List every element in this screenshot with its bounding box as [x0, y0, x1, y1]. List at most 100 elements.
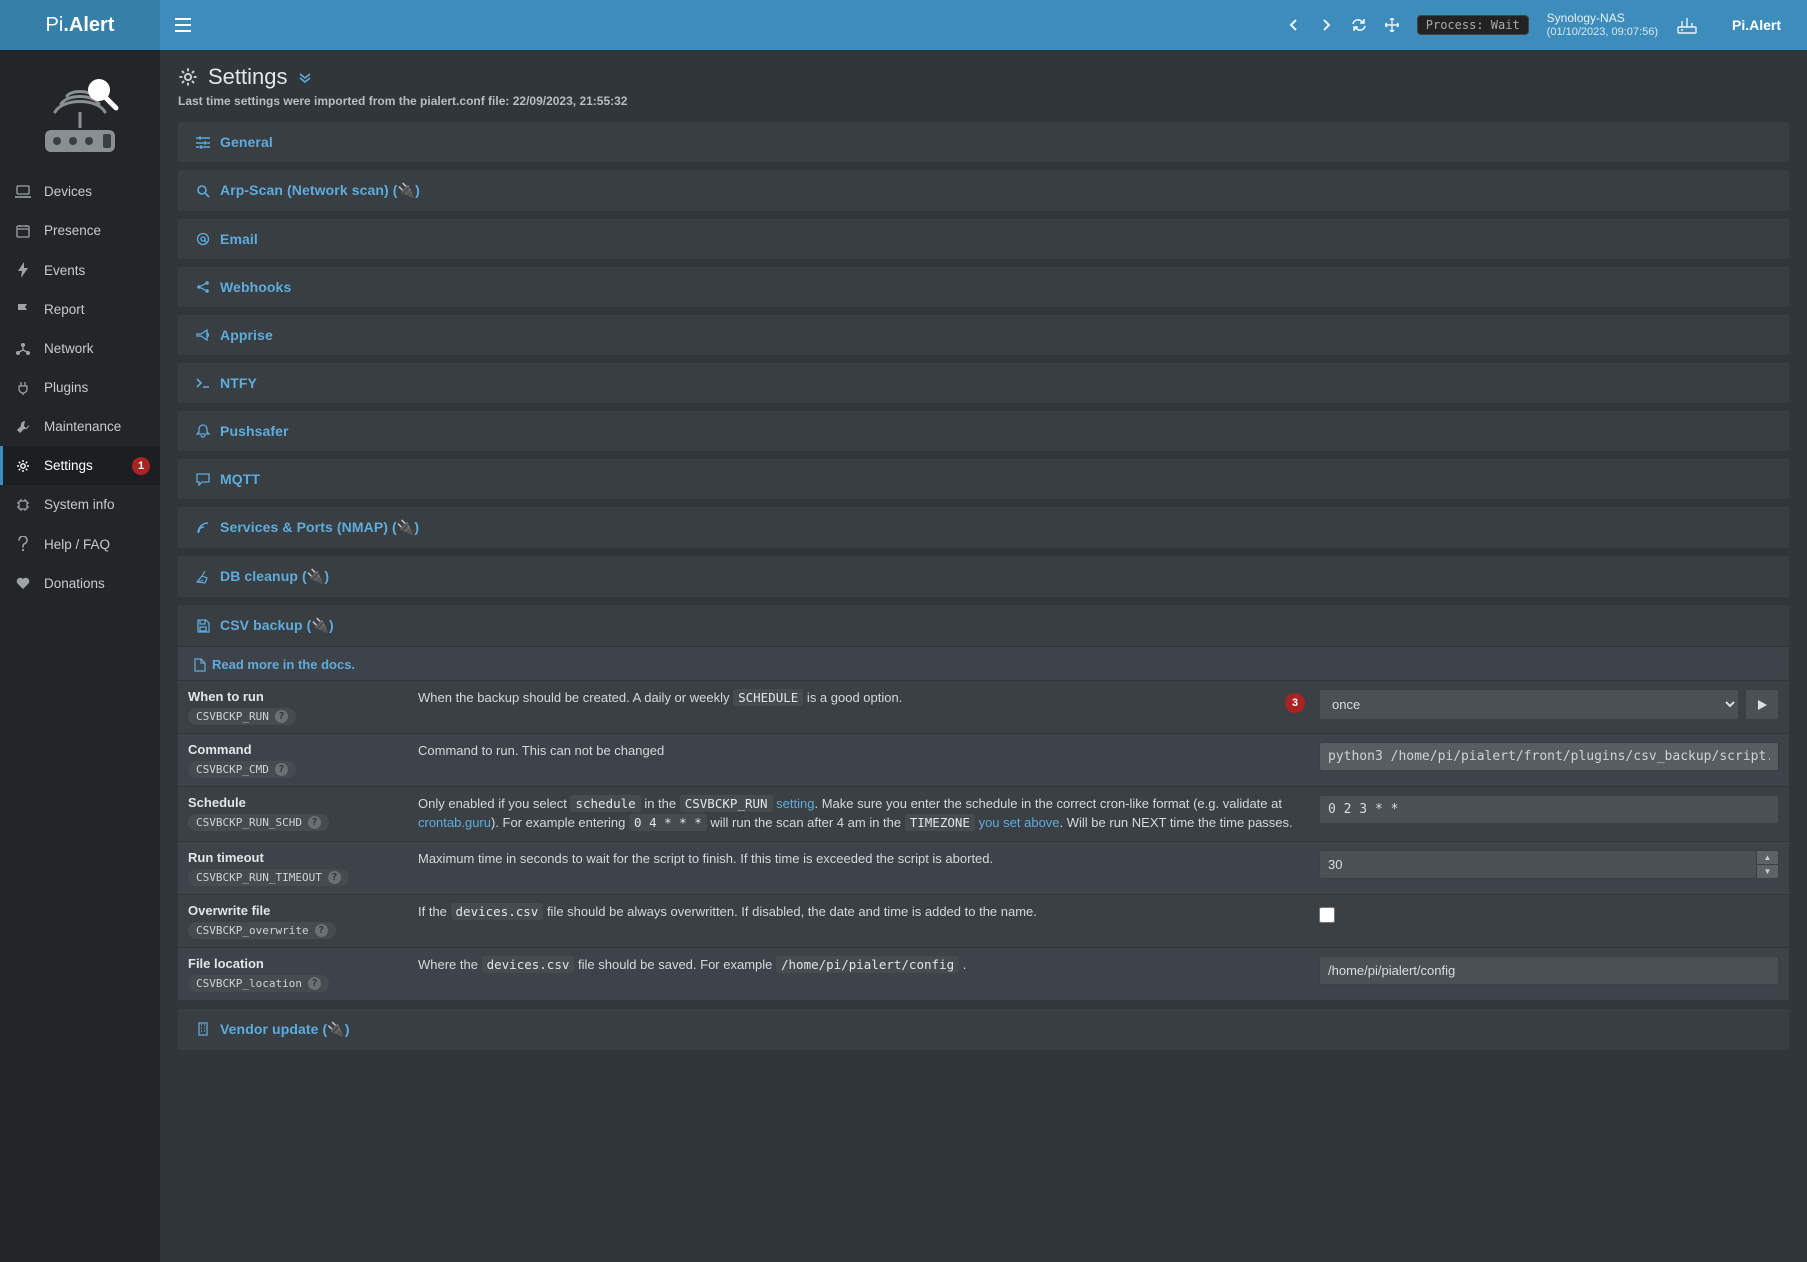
setting-description: If the devices.csv file should be always… [418, 903, 1299, 922]
setting-title: When to run [188, 689, 398, 704]
panel-head-vendorupdate[interactable]: Vendor update (🔌) [178, 1009, 1789, 1050]
panel-head-pushsafer[interactable]: Pushsafer [178, 411, 1789, 451]
sidebar-toggle[interactable] [160, 0, 205, 50]
calendar-icon [14, 224, 32, 238]
panel-head-nmap[interactable]: Services & Ports (NMAP) (🔌) [178, 507, 1789, 548]
panel-dbcleanup: DB cleanup (🔌) [178, 556, 1789, 597]
sidebar-item-help[interactable]: Help / FAQ [0, 524, 160, 564]
panel-nmap: Services & Ports (NMAP) (🔌) [178, 507, 1789, 548]
text-input[interactable] [1319, 795, 1779, 824]
setting-row: When to runCSVBCKP_RUN?When the backup s… [178, 681, 1789, 734]
panel-label: Services & Ports (NMAP) (🔌) [220, 519, 419, 536]
setting-title: Run timeout [188, 850, 398, 865]
sidebar-badge: 1 [132, 457, 150, 475]
nav-back-icon[interactable] [1287, 18, 1301, 32]
sidebar-item-label: System info [44, 497, 115, 512]
expand-all-icon[interactable] [298, 70, 312, 84]
panel-label: MQTT [220, 471, 260, 487]
sidebar-item-plugins[interactable]: Plugins [0, 368, 160, 407]
sidebar-item-settings[interactable]: Settings1 [0, 446, 160, 485]
sidebar-item-devices[interactable]: Devices [0, 172, 160, 211]
setting-code: CSVBCKP_RUN_SCHD? [188, 814, 329, 831]
help-icon[interactable]: ? [308, 977, 321, 990]
sidebar-item-report[interactable]: Report [0, 290, 160, 329]
panel-mqtt: MQTT [178, 459, 1789, 499]
inline-link[interactable]: crontab.guru [418, 815, 491, 830]
panel-csvbackup: 2 CSV backup (🔌) Read more in the docs. … [178, 605, 1789, 1001]
nav-forward-icon[interactable] [1319, 18, 1333, 32]
panel-head-mqtt[interactable]: MQTT [178, 459, 1789, 499]
panel-head-dbcleanup[interactable]: DB cleanup (🔌) [178, 556, 1789, 597]
docs-link[interactable]: Read more in the docs. [178, 647, 1789, 681]
right-brand[interactable]: Pi.Alert [1716, 17, 1797, 33]
select-input[interactable]: once [1319, 689, 1739, 720]
run-button[interactable] [1745, 689, 1779, 720]
text-input[interactable] [1319, 956, 1779, 985]
setting-title: File location [188, 956, 398, 971]
setting-code: CSVBCKP_location? [188, 975, 329, 992]
panel-label: Apprise [220, 327, 273, 343]
panel-head-general[interactable]: General [178, 122, 1789, 162]
nav-server-icon[interactable] [1676, 15, 1698, 35]
sidebar-item-presence[interactable]: Presence [0, 211, 160, 250]
number-input[interactable] [1319, 850, 1757, 879]
setting-code: CSVBCKP_RUN_TIMEOUT? [188, 869, 349, 886]
building-icon [194, 1022, 212, 1036]
checkbox-input[interactable] [1319, 907, 1335, 923]
file-icon [194, 658, 206, 672]
help-icon[interactable]: ? [275, 763, 288, 776]
inline-link[interactable]: you set above [979, 815, 1060, 830]
panel-label: Arp-Scan (Network scan) (🔌) [220, 182, 420, 199]
sidebar-menu: Devices Presence Events Report Network P… [0, 172, 160, 603]
help-icon[interactable]: ? [275, 710, 288, 723]
panel-head-webhooks[interactable]: Webhooks [178, 267, 1789, 307]
help-icon[interactable]: ? [315, 924, 328, 937]
host-name: Synology-NAS [1547, 11, 1625, 25]
sidebar-item-network[interactable]: Network [0, 329, 160, 368]
panel-email: Email [178, 219, 1789, 259]
panel-label: NTFY [220, 375, 257, 391]
panel-label: CSV backup (🔌) [220, 617, 334, 634]
gear-icon [14, 459, 32, 473]
setting-title: Command [188, 742, 398, 757]
bolt-icon [14, 262, 32, 278]
panel-head-email[interactable]: Email [178, 219, 1789, 259]
setting-row: CommandCSVBCKP_CMD?Command to run. This … [178, 734, 1789, 787]
help-icon[interactable]: ? [308, 816, 321, 829]
brand-prefix: Pi [46, 14, 64, 37]
heart-icon [14, 577, 32, 590]
sidebar-item-system-info[interactable]: System info [0, 485, 160, 524]
sidebar-item-maintenance[interactable]: Maintenance [0, 407, 160, 446]
panel-head-csvbackup[interactable]: CSV backup (🔌) [178, 605, 1789, 646]
setting-code: CSVBCKP_RUN? [188, 708, 296, 725]
panel-label: Email [220, 231, 258, 247]
panel-body-csvbackup: Read more in the docs. When to run CSVBCK… [178, 646, 1789, 1001]
sidebar-logo [0, 50, 160, 172]
question-icon [14, 536, 32, 552]
panel-head-apprise[interactable]: Apprise [178, 315, 1789, 355]
panel-ntfy: NTFY [178, 363, 1789, 403]
panel-pushsafer: Pushsafer [178, 411, 1789, 451]
setting-code: CSVBCKP_overwrite? [188, 922, 336, 939]
megaphone-icon [194, 328, 212, 342]
sidebar-item-label: Maintenance [44, 419, 121, 434]
sidebar-item-events[interactable]: Events [0, 250, 160, 290]
setting-description: Command to run. This can not be changed [418, 742, 1299, 761]
inline-link[interactable]: setting [776, 796, 814, 811]
panel-head-arpscan[interactable]: Arp-Scan (Network scan) (🔌) [178, 170, 1789, 211]
gear-icon [178, 67, 198, 87]
help-icon[interactable]: ? [328, 871, 341, 884]
nav-refresh-icon[interactable] [1351, 18, 1367, 32]
setting-description: Where the devices.csv file should be sav… [418, 956, 1299, 975]
brand[interactable]: Pi.Alert [0, 0, 160, 50]
number-spinner[interactable]: ▲▼ [1757, 850, 1779, 879]
host-time: (01/10/2023, 09:07:56) [1547, 26, 1658, 39]
sidebar-item-label: Help / FAQ [44, 537, 110, 552]
nav-move-icon[interactable] [1385, 18, 1399, 32]
terminal-icon [194, 376, 212, 390]
setting-title: Schedule [188, 795, 398, 810]
wrench-icon [14, 420, 32, 434]
panel-head-ntfy[interactable]: NTFY [178, 363, 1789, 403]
sidebar-item-donations[interactable]: Donations [0, 564, 160, 603]
panel-label: DB cleanup (🔌) [220, 568, 329, 585]
